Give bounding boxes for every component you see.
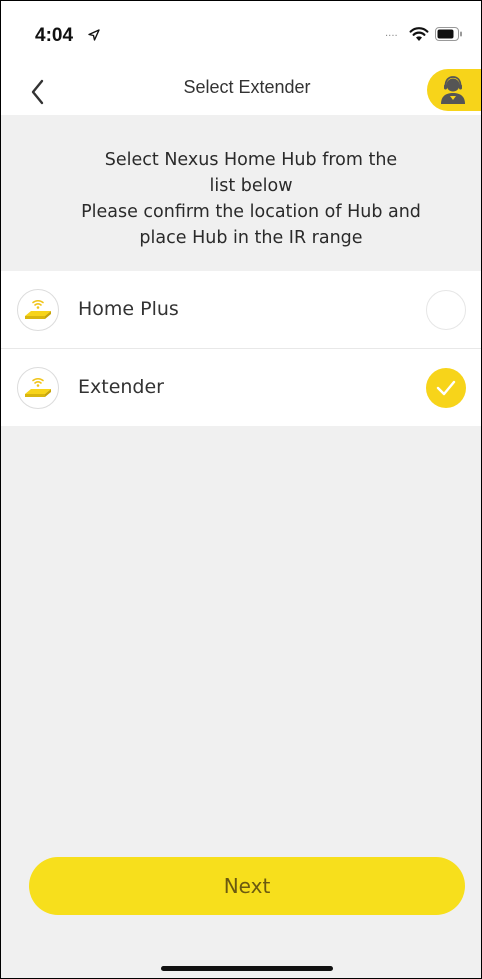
status-time: 4:04 bbox=[35, 25, 74, 46]
instruction-line: list below bbox=[209, 176, 293, 196]
radio-unselected[interactable] bbox=[426, 290, 466, 330]
status-bar: 4:04 .... bbox=[1, 1, 481, 69]
battery-icon bbox=[435, 27, 462, 41]
instructions-panel: Select Nexus Home Hub from the list belo… bbox=[1, 115, 481, 271]
page-title: Select Extender bbox=[183, 77, 311, 97]
support-button[interactable] bbox=[427, 69, 481, 111]
home-indicator[interactable] bbox=[161, 966, 333, 971]
instruction-line: Please confirm the location of Hub and bbox=[81, 202, 421, 222]
instruction-line: place Hub in the IR range bbox=[139, 228, 363, 248]
app-screen: 4:04 .... Select Extender Select Nexus H… bbox=[0, 0, 482, 979]
instructions-text: Select Nexus Home Hub from the list belo… bbox=[21, 147, 481, 251]
cellular-signal: .... bbox=[385, 28, 398, 39]
hub-device-icon bbox=[17, 289, 59, 331]
next-button[interactable]: Next bbox=[29, 857, 465, 915]
radio-selected[interactable] bbox=[426, 368, 466, 408]
device-label: Extender bbox=[78, 376, 164, 398]
checkmark-icon bbox=[436, 380, 456, 396]
support-agent-icon bbox=[441, 76, 465, 104]
device-list: Home Plus Extender bbox=[1, 271, 481, 426]
device-row-extender[interactable]: Extender bbox=[1, 349, 481, 426]
device-label: Home Plus bbox=[78, 298, 179, 320]
device-row-home-plus[interactable]: Home Plus bbox=[1, 271, 481, 349]
location-arrow-icon bbox=[88, 29, 100, 41]
wifi-icon bbox=[409, 27, 429, 41]
instruction-line: Select Nexus Home Hub from the bbox=[104, 150, 398, 170]
navigation-bar: Select Extender bbox=[1, 69, 481, 116]
hub-device-icon bbox=[17, 367, 59, 409]
